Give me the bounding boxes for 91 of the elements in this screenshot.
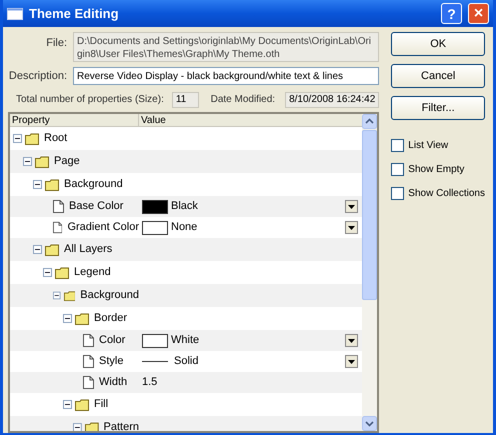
property-cell[interactable]: Base Color	[10, 198, 139, 215]
property-cell[interactable]: Legend	[10, 264, 139, 281]
dropdown-button[interactable]	[345, 200, 358, 213]
property-cell[interactable]: Gradient Color	[10, 219, 139, 236]
folder-icon	[45, 178, 59, 190]
property-name: Background	[80, 288, 139, 304]
collapse-icon[interactable]	[33, 245, 42, 254]
dropdown-button[interactable]	[345, 334, 358, 347]
file-path-field: D:\Documents and Settings\originlab\My Documents\OriginLab\Origin8\User Files\Themes\Graph\My Theme.oth	[73, 32, 380, 62]
property-name: Border	[94, 311, 128, 326]
property-name: Color	[99, 333, 126, 348]
collapse-icon[interactable]	[63, 400, 72, 409]
column-header[interactable]: Property	[10, 114, 139, 126]
date-modified-label: Date Modified:	[210, 93, 276, 107]
dialog-button[interactable]: OK	[391, 32, 485, 56]
property-cell[interactable]: Fill	[10, 396, 139, 413]
value-text: 1.5	[142, 375, 158, 390]
value-text: White	[171, 333, 200, 348]
property-name: All Layers	[64, 242, 112, 258]
dropdown-button[interactable]	[345, 221, 358, 234]
value-text: None	[171, 220, 198, 236]
line-style-sample	[142, 361, 168, 362]
property-name: Pattern	[104, 420, 139, 431]
color-swatch[interactable]	[142, 334, 168, 348]
checkbox[interactable]	[391, 163, 404, 176]
caret-icon	[348, 226, 356, 230]
checkbox[interactable]	[391, 187, 404, 200]
scroll-down-icon[interactable]	[362, 416, 378, 431]
collapse-icon[interactable]	[43, 268, 52, 277]
folder-icon	[45, 244, 59, 256]
property-name: Page	[54, 154, 80, 170]
column-header[interactable]: Value	[139, 114, 362, 126]
folder-icon	[75, 398, 89, 410]
value-text: Solid	[174, 354, 200, 370]
folder-icon	[64, 290, 76, 302]
scrollbar[interactable]	[362, 114, 378, 431]
dropdown-button[interactable]	[345, 355, 358, 368]
dialog-button[interactable]: Filter...	[391, 96, 485, 120]
color-swatch[interactable]	[142, 220, 168, 234]
folder-icon	[84, 422, 99, 431]
document-icon	[53, 200, 64, 213]
property-name: Root	[44, 131, 68, 146]
size-field: 11	[172, 92, 199, 108]
close-button[interactable]: ×	[468, 3, 489, 24]
caret-icon	[348, 204, 356, 208]
property-name: Gradient Color	[67, 220, 139, 236]
property-cell[interactable]: Background	[10, 176, 139, 193]
value-text: Black	[171, 199, 199, 214]
dialog-button[interactable]: Cancel	[391, 64, 485, 88]
caret-icon	[348, 338, 356, 342]
property-name: Width	[99, 375, 128, 390]
property-name: Base Color	[69, 199, 124, 214]
folder-icon	[35, 156, 49, 168]
property-cell[interactable]: Border	[10, 310, 139, 327]
checkbox[interactable]	[391, 139, 404, 152]
file-label: File:	[45, 36, 67, 51]
collapse-icon[interactable]	[73, 423, 82, 431]
checkbox-label: List View	[408, 139, 448, 153]
folder-icon	[55, 266, 69, 278]
document-icon	[83, 334, 94, 347]
help-button[interactable]: ?	[441, 3, 462, 24]
collapse-icon[interactable]	[13, 134, 22, 143]
window-title: Theme Editing	[29, 4, 120, 23]
window-icon	[7, 8, 23, 20]
size-label: Total number of properties (Size):	[16, 93, 164, 107]
collapse-icon[interactable]	[33, 180, 42, 189]
document-icon	[53, 221, 62, 234]
property-cell[interactable]: Color	[10, 332, 139, 349]
description-field[interactable]: Reverse Video Display - black background/white text & lines	[73, 67, 380, 85]
folder-icon	[75, 312, 89, 324]
collapse-icon[interactable]	[63, 314, 72, 323]
description-label: Description:	[8, 68, 67, 84]
collapse-icon[interactable]	[53, 291, 61, 300]
checkbox-label: Show Collections	[408, 187, 485, 201]
date-modified-field: 8/10/2008 16:24:42	[285, 92, 380, 108]
property-name: Background	[64, 177, 123, 192]
caret-icon	[348, 360, 356, 364]
property-name: Style	[99, 354, 124, 370]
color-swatch[interactable]	[142, 200, 168, 214]
scroll-up-icon[interactable]	[362, 114, 378, 129]
folder-icon	[25, 132, 39, 144]
property-cell[interactable]: Style	[10, 353, 139, 370]
collapse-icon[interactable]	[23, 157, 32, 166]
document-icon	[83, 376, 94, 389]
property-name: Fill	[94, 397, 108, 412]
property-name: Legend	[74, 265, 111, 280]
document-icon	[83, 355, 94, 368]
property-cell[interactable]: Width	[10, 374, 139, 391]
checkbox-label: Show Empty	[408, 163, 464, 177]
property-cell[interactable]: Root	[10, 130, 139, 147]
scroll-thumb[interactable]	[362, 130, 378, 300]
